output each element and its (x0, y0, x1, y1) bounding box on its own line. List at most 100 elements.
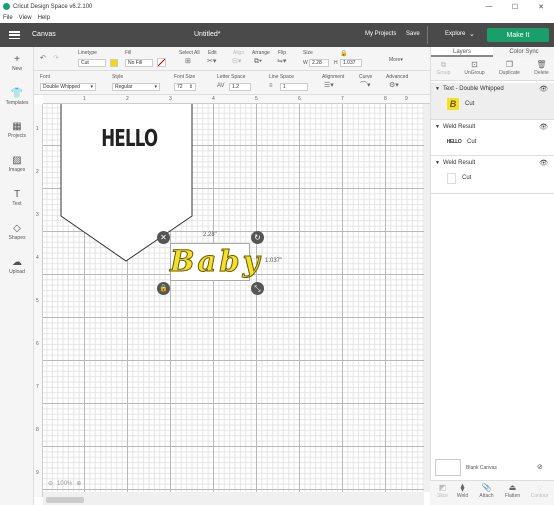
layer-group[interactable]: ▼ Text - Double Whipped 👁 B Cut (431, 83, 554, 119)
layer-row[interactable]: B Cut (431, 95, 554, 113)
hello-text[interactable]: HELLO (101, 126, 158, 152)
more-button[interactable]: More▾ (389, 57, 403, 63)
tab-layers[interactable]: Layers (431, 47, 493, 57)
delete-button[interactable]: 🗑 Delete (529, 60, 554, 76)
curve-icon[interactable]: ⌒▾ (360, 82, 371, 90)
select-all-icon[interactable]: ⊞ (185, 58, 191, 66)
resize-handle-icon[interactable]: ⤡ (251, 282, 264, 295)
explore-chevron-icon[interactable]: ⌄ (469, 30, 475, 38)
my-projects-button[interactable]: My Projects (365, 31, 396, 37)
text-toolbar: Font Double Whipped ▾ Style Regular ▾ Font… (34, 71, 430, 95)
letter-space-value: 1.2 (232, 84, 239, 90)
nav-new[interactable]: + New (0, 54, 34, 72)
collapse-chevron-icon[interactable]: ▼ (435, 160, 440, 166)
menu-help[interactable]: Help (35, 15, 53, 21)
nav-upload[interactable]: ☁ Upload (0, 257, 34, 275)
lock-aspect-icon[interactable]: 🔒 (340, 50, 347, 58)
make-it-button[interactable]: Make It (487, 28, 549, 42)
close-window-button[interactable]: ✕ (528, 0, 554, 13)
menu-view[interactable]: View (16, 15, 35, 21)
collapse-chevron-icon[interactable]: ▼ (435, 86, 440, 92)
eye-icon[interactable]: 👁 (539, 123, 548, 131)
explore-button[interactable]: Explore (445, 31, 465, 37)
eye-icon[interactable]: 👁 (539, 85, 548, 93)
rotate-icon[interactable]: ↻ (251, 231, 264, 244)
eye-icon[interactable]: 👁 (539, 159, 548, 167)
linetype-label: Linetype (78, 50, 97, 56)
fill-label: Fill (125, 50, 132, 56)
tab-color-sync[interactable]: Color Sync (493, 47, 554, 57)
nav-templates[interactable]: 👕 Templates (0, 88, 34, 106)
letter-space-input[interactable]: 1.2 (229, 83, 251, 91)
hamburger-menu-icon[interactable] (9, 31, 20, 39)
ruler-top-tick: 4 (212, 96, 215, 102)
plus-icon: + (14, 54, 20, 65)
ruler-top-tick: 2 (126, 96, 129, 102)
advanced-icon[interactable]: ⚙▾ (389, 82, 399, 90)
layer-group-header[interactable]: ▼ Weld Result 👁 (431, 157, 554, 169)
scroll-thumb[interactable] (46, 497, 84, 503)
nav-projects[interactable]: ▦ Projects (0, 121, 34, 139)
fill-swatch-none[interactable] (157, 58, 166, 67)
nav-images[interactable]: ▨ Images (0, 155, 34, 173)
group-button[interactable]: ⧉ Group (431, 60, 456, 76)
fill-select[interactable]: No Fill (125, 59, 153, 67)
contour-button[interactable]: ◌ Contour (527, 483, 552, 499)
layer-group[interactable]: ▼ Weld Result 👁 Cut (431, 157, 554, 193)
layer-divider (431, 119, 554, 120)
font-select[interactable]: Double Whipped ▾ (40, 83, 96, 91)
arrange-icon[interactable]: ⧉▾ (254, 58, 262, 66)
blank-canvas-swatch[interactable] (435, 459, 461, 476)
horizontal-scrollbar[interactable] (43, 492, 424, 505)
redo-icon[interactable]: ↷ (53, 55, 59, 63)
alignment-icon[interactable]: ☰▾ (324, 82, 334, 90)
ruler-left-tick: 2 (36, 169, 39, 175)
group-icon: ⧉ (440, 60, 447, 69)
ungroup-label: UnGroup (464, 70, 485, 76)
nav-text[interactable]: T Text (0, 189, 34, 207)
document-title[interactable]: Untitled* (194, 31, 220, 38)
linetype-color-swatch[interactable] (110, 59, 118, 67)
layer-thumbnail (447, 172, 456, 184)
style-select[interactable]: Regular ▾ (112, 83, 160, 91)
layer-row[interactable]: Cut (431, 169, 554, 187)
maximize-button[interactable]: ☐ (502, 0, 528, 13)
attach-icon: 📎 (481, 483, 492, 492)
hide-eye-icon[interactable]: ⊘ (537, 463, 543, 471)
menu-file[interactable]: File (0, 15, 16, 21)
undo-icon[interactable]: ↶ (40, 55, 46, 63)
delete-selection-icon[interactable]: ✕ (157, 231, 170, 244)
font-size-input[interactable]: 72 ⇕ (174, 83, 196, 91)
ungroup-button[interactable]: ⊡ UnGroup (462, 60, 487, 76)
layer-group-header[interactable]: ▼ Weld Result 👁 (431, 121, 554, 133)
layer-group-header[interactable]: ▼ Text - Double Whipped 👁 (431, 83, 554, 95)
duplicate-button[interactable]: ❐ Duplicate (497, 60, 522, 76)
baby-text[interactable]: Baby (170, 241, 260, 281)
ruler-left-tick: 1 (36, 126, 39, 132)
align-icon[interactable]: ⊟▾ (232, 58, 241, 66)
line-space-input[interactable]: 1 (280, 83, 308, 91)
linetype-select[interactable]: Cut (78, 59, 106, 67)
minimize-button[interactable]: — (476, 0, 502, 13)
width-value: 2.28 (312, 60, 322, 66)
layer-group[interactable]: ▼ Weld Result 👁 HELLO Cut (431, 121, 554, 155)
weld-button[interactable]: ⧫ Weld (450, 483, 475, 499)
edit-icon[interactable]: ✂▾ (207, 58, 216, 66)
zoom-out-icon[interactable]: ⊖ (48, 480, 53, 487)
collapse-chevron-icon[interactable]: ▼ (435, 124, 440, 130)
window-titlebar: Cricut Design Space v6.2.100 — ☐ ✕ (0, 0, 554, 13)
layers-panel: Layers Color Sync ⧉ Group ⊡ UnGroup ❐ Dupli… (430, 47, 554, 505)
zoom-in-icon[interactable]: ⊕ (76, 480, 81, 487)
left-sidebar: + New 👕 Templates ▦ Projects ▨ Images T Text … (0, 47, 34, 505)
attach-button[interactable]: 📎 Attach (474, 483, 499, 499)
more-label: More (389, 57, 401, 63)
save-button[interactable]: Save (406, 31, 420, 37)
width-input[interactable]: 2.28 (309, 59, 329, 67)
nav-images-label: Images (8, 167, 26, 173)
flatten-button[interactable]: ⏏ Flatten (500, 483, 525, 499)
flip-icon[interactable]: ⇋▾ (277, 58, 286, 66)
nav-shapes[interactable]: ◇ Shapes (0, 223, 34, 241)
layer-row[interactable]: HELLO Cut (431, 133, 554, 151)
lock-proportions-icon[interactable]: 🔒 (157, 282, 170, 295)
height-input[interactable]: 1.037 (340, 59, 362, 67)
